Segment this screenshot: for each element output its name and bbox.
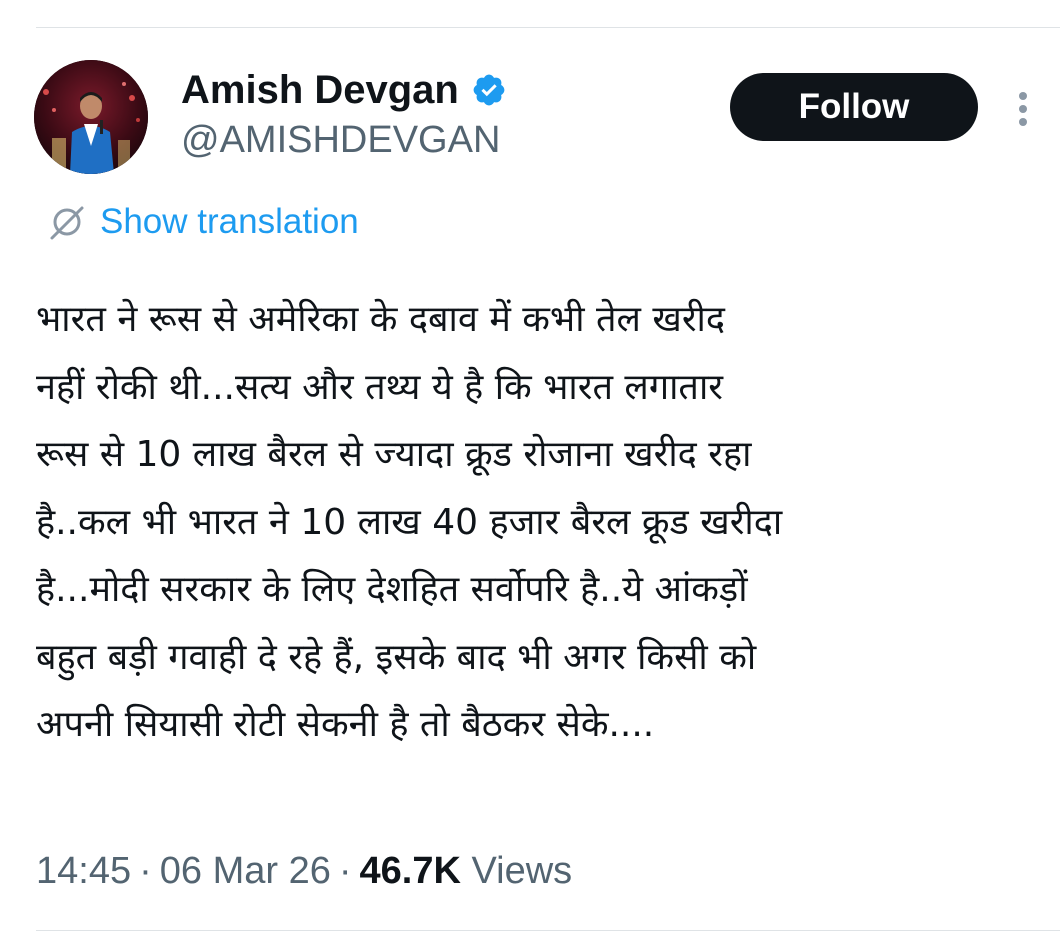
tweet-time[interactable]: 14:45 <box>36 850 131 892</box>
meta-separator: · <box>338 850 352 892</box>
translate-icon <box>50 206 84 240</box>
tweet-line: है..कल भी भारत ने 10 लाख 40 हजार बैरल क्… <box>36 501 783 543</box>
tweet-line: रूस से 10 लाख बैरल से ज्यादा क्रूड रोजान… <box>36 434 752 475</box>
more-options-button[interactable] <box>1010 90 1036 130</box>
follow-button[interactable]: Follow <box>730 73 978 141</box>
author-name[interactable]: Amish Devgan <box>181 66 459 114</box>
top-divider <box>36 27 1060 28</box>
tweet-meta: 14:45 · 06 Mar 26 · 46.7K Views <box>36 846 572 896</box>
tweet-text: भारत ने रूस से अमेरिका के दबाव में कभी त… <box>36 286 1046 759</box>
tweet-line: नहीं रोकी थी...सत्य और तथ्य ये है कि भार… <box>36 366 724 408</box>
author-name-row[interactable]: Amish Devgan <box>181 66 507 114</box>
verified-badge-icon <box>473 74 505 106</box>
tweet-line: भारत ने रूस से अमेरिका के दबाव में कभी त… <box>36 299 725 340</box>
profile-photo <box>34 60 148 174</box>
tweet-date[interactable]: 06 Mar 26 <box>160 850 331 892</box>
meta-separator: · <box>139 850 152 892</box>
more-vertical-icon <box>1019 92 1027 126</box>
tweet-line: है...मोदी सरकार के लिए देशहित सर्वोपरि ह… <box>36 569 748 610</box>
views-label: Views <box>471 850 573 892</box>
show-translation-label[interactable]: Show translation <box>100 200 359 244</box>
bottom-divider <box>36 930 1060 931</box>
author-handle[interactable]: @AMISHDEVGAN <box>181 116 500 164</box>
views-count[interactable]: 46.7K <box>360 850 461 892</box>
tweet-line: बहुत बड़ी गवाही दे रहे हैं, इसके बाद भी … <box>36 636 757 678</box>
tweet-line: अपनी सियासी रोटी सेकनी है तो बैठकर सेके.… <box>36 704 655 745</box>
avatar[interactable] <box>34 60 148 174</box>
show-translation-link[interactable]: Show translation <box>46 200 359 244</box>
